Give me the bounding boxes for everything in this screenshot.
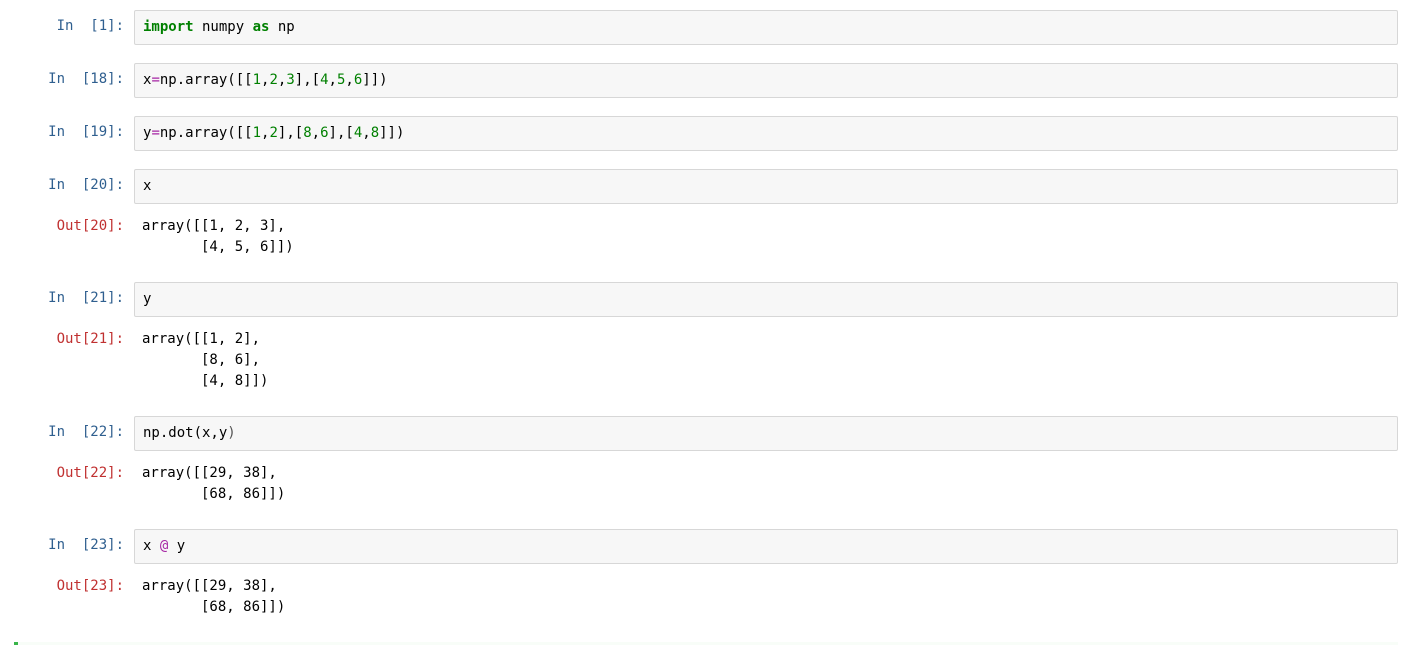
- cell-group: In [22]:np.dot(x,y)Out[22]:array([[29, 3…: [14, 416, 1398, 511]
- code-input[interactable]: x: [134, 169, 1398, 204]
- code-input[interactable]: np.dot(x,y): [134, 416, 1398, 451]
- input-prompt: In [20]:: [14, 169, 134, 202]
- output-cell: Out[21]:array([[1, 2], [8, 6], [4, 8]]): [14, 323, 1398, 398]
- input-prompt: In [18]:: [14, 63, 134, 96]
- input-prompt: In [1]:: [14, 10, 134, 43]
- cell-group: In [1]:import numpy as np: [14, 10, 1398, 45]
- output-text: array([[1, 2, 3], [4, 5, 6]]): [134, 210, 1398, 264]
- input-cell: In [21]:y: [14, 282, 1398, 317]
- output-cell: Out[23]:array([[29, 38], [68, 86]]): [14, 570, 1398, 624]
- output-text: array([[29, 38], [68, 86]]): [134, 457, 1398, 511]
- notebook-container: In [1]:import numpy as npIn [18]:x=np.ar…: [14, 10, 1398, 624]
- input-cell: In [1]:import numpy as np: [14, 10, 1398, 45]
- cell-group: In [23]:x @ yOut[23]:array([[29, 38], [6…: [14, 529, 1398, 624]
- output-text: array([[29, 38], [68, 86]]): [134, 570, 1398, 624]
- code-input[interactable]: x=np.array([[1,2,3],[4,5,6]]): [134, 63, 1398, 98]
- input-cell: In [19]:y=np.array([[1,2],[8,6],[4,8]]): [14, 116, 1398, 151]
- input-prompt: In [21]:: [14, 282, 134, 315]
- cell-group: In [20]:xOut[20]:array([[1, 2, 3], [4, 5…: [14, 169, 1398, 264]
- input-cell: In [22]:np.dot(x,y): [14, 416, 1398, 451]
- output-cell: Out[22]:array([[29, 38], [68, 86]]): [14, 457, 1398, 511]
- cell-group: In [21]:yOut[21]:array([[1, 2], [8, 6], …: [14, 282, 1398, 398]
- code-input[interactable]: x @ y: [134, 529, 1398, 564]
- output-prompt: Out[21]:: [14, 323, 134, 356]
- accent-divider: [14, 642, 1398, 645]
- output-text: array([[1, 2], [8, 6], [4, 8]]): [134, 323, 1398, 398]
- code-input[interactable]: y=np.array([[1,2],[8,6],[4,8]]): [134, 116, 1398, 151]
- output-prompt: Out[22]:: [14, 457, 134, 490]
- input-prompt: In [19]:: [14, 116, 134, 149]
- input-prompt: In [22]:: [14, 416, 134, 449]
- input-prompt: In [23]:: [14, 529, 134, 562]
- output-cell: Out[20]:array([[1, 2, 3], [4, 5, 6]]): [14, 210, 1398, 264]
- cell-group: In [18]:x=np.array([[1,2,3],[4,5,6]]): [14, 63, 1398, 98]
- code-input[interactable]: y: [134, 282, 1398, 317]
- code-input[interactable]: import numpy as np: [134, 10, 1398, 45]
- output-prompt: Out[23]:: [14, 570, 134, 603]
- input-cell: In [20]:x: [14, 169, 1398, 204]
- input-cell: In [18]:x=np.array([[1,2,3],[4,5,6]]): [14, 63, 1398, 98]
- output-prompt: Out[20]:: [14, 210, 134, 243]
- cell-group: In [19]:y=np.array([[1,2],[8,6],[4,8]]): [14, 116, 1398, 151]
- input-cell: In [23]:x @ y: [14, 529, 1398, 564]
